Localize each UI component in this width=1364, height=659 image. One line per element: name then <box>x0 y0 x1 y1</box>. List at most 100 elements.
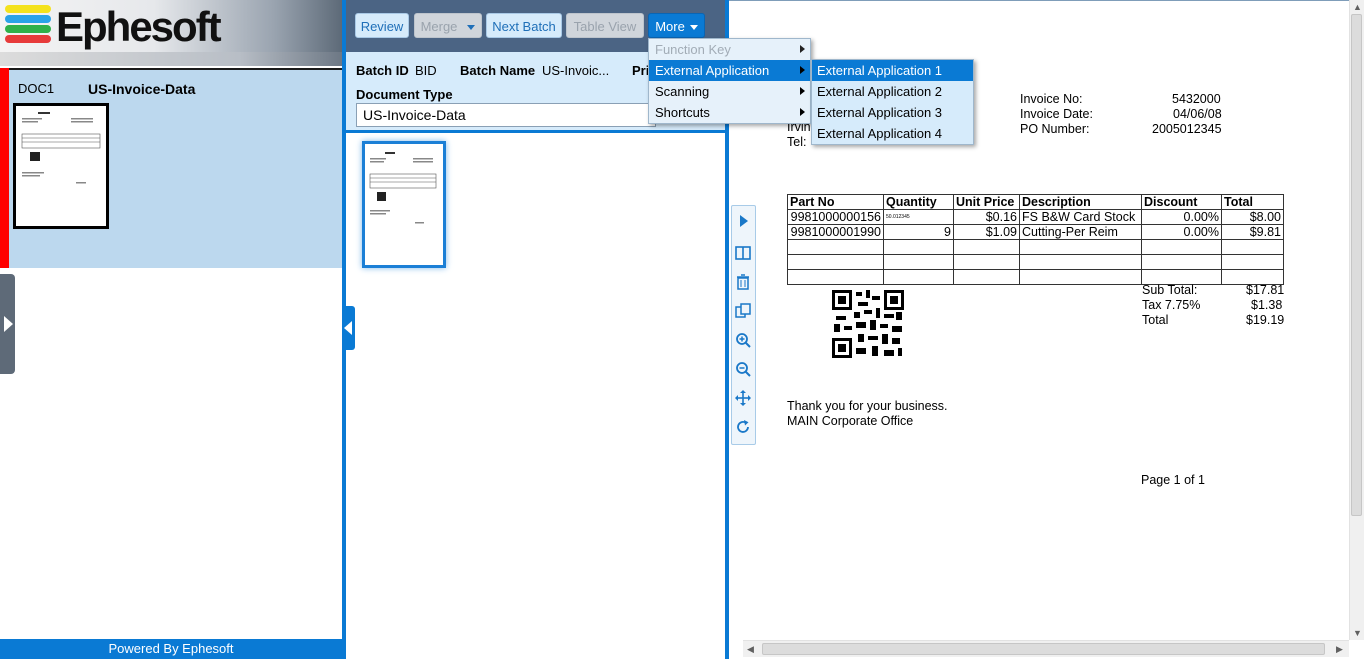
submenu-item-external-application-3[interactable]: External Application 3 <box>812 102 973 123</box>
chevron-right-icon <box>800 87 805 95</box>
zoom-out-icon[interactable] <box>734 360 752 378</box>
chevron-left-icon <box>344 321 352 335</box>
qr-code <box>832 290 904 358</box>
chevron-right-icon <box>800 66 805 74</box>
part-no: 9981000001990 <box>787 224 884 240</box>
menu-item-function-key[interactable]: Function Key <box>649 39 810 60</box>
invoice-address-line2: Tel: <box>787 135 807 149</box>
split-view-icon[interactable] <box>734 244 752 262</box>
horizontal-scrollbar-thumb[interactable] <box>762 643 1325 655</box>
logo-stripe-red <box>5 35 51 43</box>
tax-label: Tax 7.75% <box>1142 298 1201 312</box>
chevron-right-icon <box>800 108 805 116</box>
delete-icon[interactable] <box>734 273 752 291</box>
more-button[interactable]: More <box>648 13 705 38</box>
vertical-scrollbar-thumb[interactable] <box>1351 14 1362 516</box>
menu-item-label: Shortcuts <box>655 105 710 120</box>
sub-total-label: Sub Total: <box>1142 283 1198 297</box>
unit-price: $0.16 <box>953 209 1020 225</box>
sub-total: $17.81 <box>1246 283 1285 297</box>
document-type-label: Document Type <box>356 87 453 102</box>
col-description: Description <box>1019 194 1142 210</box>
quantity: 9 <box>883 224 954 240</box>
document-id: DOC1 <box>18 81 55 96</box>
col-discount: Discount <box>1141 194 1222 210</box>
batch-name-label: Batch Name <box>460 63 536 78</box>
document-name: US-Invoice-Data <box>88 81 196 97</box>
more-label: More <box>655 19 685 34</box>
logo-stripe-blue <box>5 15 51 23</box>
document-error-marker <box>0 68 9 268</box>
batch-id-value: BID <box>415 63 437 78</box>
total-label: Total <box>1142 313 1169 327</box>
document-thumbnail[interactable] <box>13 103 109 229</box>
po-number-label: PO Number: <box>1020 122 1090 136</box>
page-thumbnail[interactable] <box>362 141 446 268</box>
viewer-toolbar <box>731 205 756 445</box>
chevron-down-icon <box>689 25 698 31</box>
invoice-no-label: Invoice No: <box>1020 92 1083 106</box>
rotate-icon[interactable] <box>734 418 752 436</box>
move-icon[interactable] <box>734 389 752 407</box>
batch-name-value: US-Invoic... <box>542 63 610 78</box>
invoice-table-header: Part No Quantity Unit Price Description … <box>787 194 1284 210</box>
scroll-right-icon[interactable]: ▶ <box>1336 644 1343 655</box>
scroll-down-icon[interactable]: ▼ <box>1353 628 1362 638</box>
description: FS B&W Card Stock <box>1019 209 1142 225</box>
col-total: Total <box>1221 194 1284 210</box>
next-batch-button[interactable]: Next Batch <box>486 13 562 38</box>
chevron-right-icon <box>800 45 805 53</box>
merge-button[interactable]: Merge <box>414 13 482 38</box>
scroll-up-icon[interactable]: ▲ <box>1353 2 1362 12</box>
quantity: 50.012345 <box>883 209 954 225</box>
part-no: 9981000000156 <box>787 209 884 225</box>
po-number: 2005012345 <box>1152 122 1222 136</box>
menu-item-label: Function Key <box>655 42 731 57</box>
zoom-in-icon[interactable] <box>734 331 752 349</box>
chevron-right-icon <box>4 316 13 332</box>
priority-label: Pri <box>632 63 650 78</box>
invoice-table: Part No Quantity Unit Price Description … <box>787 194 1284 285</box>
submenu-item-external-application-4[interactable]: External Application 4 <box>812 123 973 144</box>
description: Cutting-Per Reim <box>1019 224 1142 240</box>
invoice-date-label: Invoice Date: <box>1020 107 1093 121</box>
merge-label: Merge <box>420 19 458 34</box>
invoice-no: 5432000 <box>1172 92 1221 106</box>
table-row <box>787 239 1284 255</box>
table-row: 9981000000156 50.012345 $0.16 FS B&W Car… <box>787 209 1284 225</box>
scroll-left-icon[interactable]: ◀ <box>747 644 754 655</box>
total: $8.00 <box>1221 209 1284 225</box>
logo: Ephesoft <box>56 3 222 50</box>
total: $9.81 <box>1221 224 1284 240</box>
discount: 0.00% <box>1141 209 1222 225</box>
chevron-down-icon <box>467 25 476 31</box>
batch-id-label: Batch ID <box>356 63 409 78</box>
review-button[interactable]: Review <box>355 13 409 38</box>
powered-by-footer: Powered By Ephesoft <box>0 639 342 659</box>
submenu-item-external-application-1[interactable]: External Application 1 <box>812 60 973 81</box>
tax: $1.38 <box>1251 298 1283 312</box>
table-row: 9981000001990 9 $1.09 Cutting-Per Reim 0… <box>787 224 1284 240</box>
menu-item-shortcuts[interactable]: Shortcuts <box>649 102 810 123</box>
invoice-date: 04/06/08 <box>1173 107 1222 121</box>
office-text: MAIN Corporate Office <box>787 414 914 428</box>
submenu-item-external-application-2[interactable]: External Application 2 <box>812 81 973 102</box>
col-unit-price: Unit Price <box>953 194 1020 210</box>
menu-item-label: External Application <box>655 63 770 78</box>
col-quantity: Quantity <box>883 194 954 210</box>
menu-item-label: Scanning <box>655 84 710 99</box>
menu-item-external-application[interactable]: External Application <box>649 60 810 81</box>
table-view-button[interactable]: Table View <box>566 13 644 38</box>
page-number: Page 1 of 1 <box>1141 473 1205 487</box>
play-icon[interactable] <box>734 212 752 230</box>
discount: 0.00% <box>1141 224 1222 240</box>
logo-underbar <box>0 52 342 66</box>
unit-price: $1.09 <box>953 224 1020 240</box>
document-type-field[interactable]: US-Invoice-Data <box>356 103 656 127</box>
col-part-no: Part No <box>787 194 884 210</box>
logo-stripe-green <box>5 25 51 33</box>
menu-item-scanning[interactable]: Scanning <box>649 81 810 102</box>
copy-icon[interactable] <box>734 302 752 320</box>
thanks-text: Thank you for your business. <box>787 399 948 413</box>
table-row <box>787 269 1284 285</box>
